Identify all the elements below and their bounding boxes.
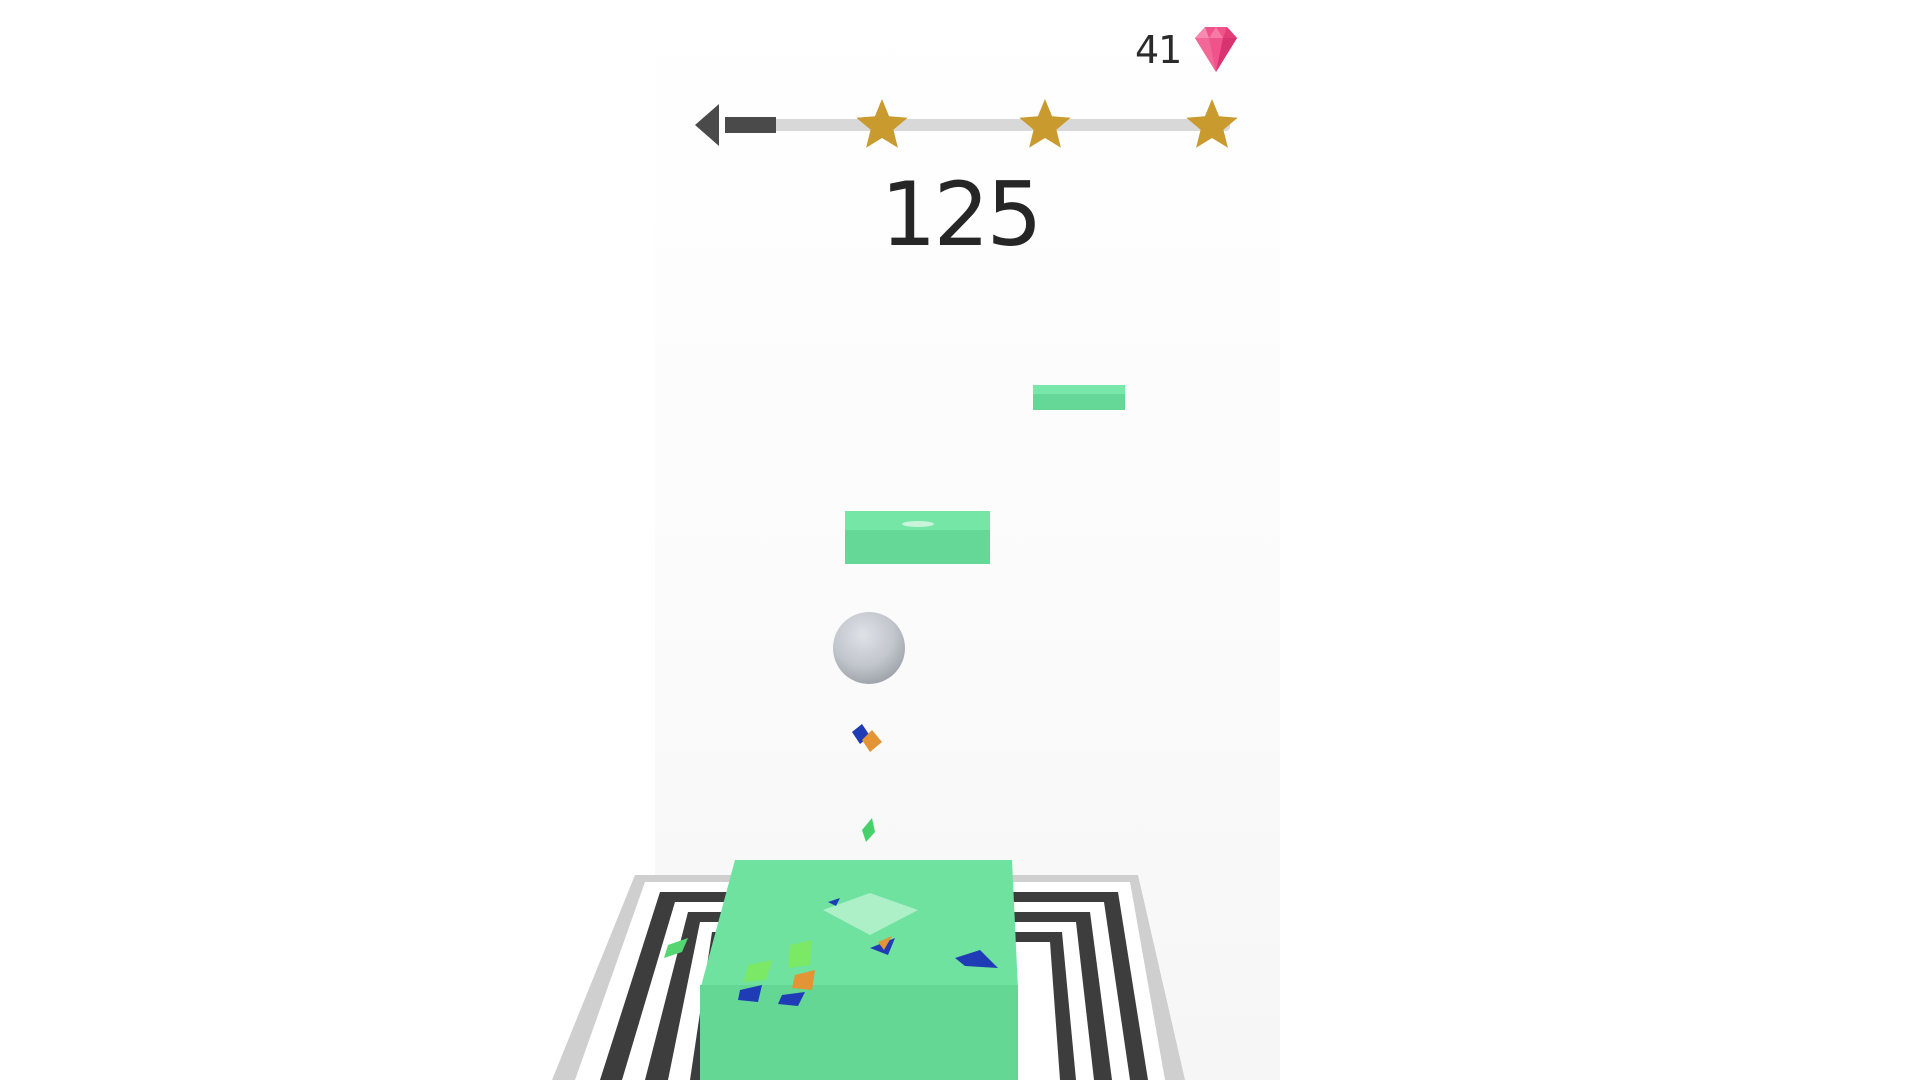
ball [833,612,905,684]
left-arrow-icon [695,104,719,146]
progress-track [725,119,1230,131]
progress-fill [725,117,776,133]
score: 125 [880,163,1043,266]
star-icon [856,99,908,148]
gem-counter: 41 [1135,22,1245,78]
platform-next [845,511,990,564]
debris-particles [852,724,882,842]
star-icon [1019,99,1071,148]
star-icon [1186,99,1238,148]
platform-far [1033,385,1125,410]
game-screen[interactable]: 41 125 [0,0,1920,1080]
gem-icon [1195,27,1238,72]
gem-count: 41 [1135,28,1182,72]
level-progress-bar [695,95,1238,155]
